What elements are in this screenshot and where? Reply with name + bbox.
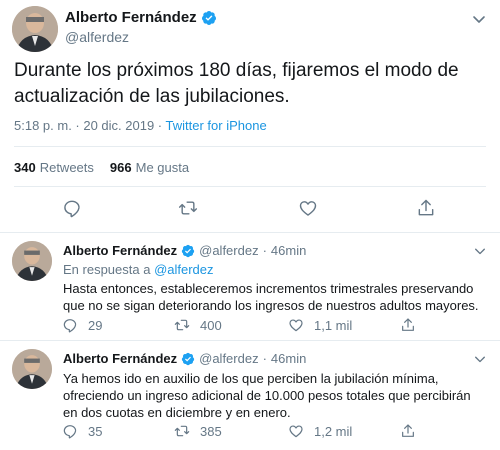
tweet-text: Durante los próximos 180 días, fijaremos… <box>14 60 459 107</box>
tweet-time[interactable]: 5:18 p. m. · 20 dic. 2019 · <box>14 118 166 133</box>
reply-to-prefix: En respuesta a <box>63 262 155 277</box>
chevron-down-icon[interactable] <box>472 12 486 26</box>
reply-header: Alberto Fernández @alferdez · 46min <box>63 351 306 366</box>
retweets-count: 340 <box>14 160 36 175</box>
separator: · <box>262 351 267 366</box>
verified-badge-icon <box>201 10 216 25</box>
reply-header: Alberto Fernández @alferdez · 46min <box>63 243 306 258</box>
author-name-text[interactable]: Alberto Fernández <box>65 9 197 26</box>
like-action[interactable]: 1,2 mil <box>288 423 352 439</box>
divider <box>14 146 486 147</box>
author-name[interactable]: Alberto Fernández <box>65 9 217 26</box>
retweet-count: 400 <box>200 317 222 333</box>
share-icon[interactable] <box>416 198 436 218</box>
reply-icon[interactable] <box>62 198 82 218</box>
share-action[interactable] <box>400 423 416 439</box>
retweet-count: 385 <box>200 423 222 439</box>
retweets-label: Retweets <box>39 160 94 175</box>
tweet-meta: 5:18 p. m. · 20 dic. 2019 · Twitter for … <box>14 118 267 133</box>
retweet-action[interactable]: 400 <box>174 317 222 333</box>
retweet-icon[interactable] <box>178 198 198 218</box>
like-icon <box>289 319 303 332</box>
like-icon[interactable] <box>298 198 318 218</box>
retweet-icon <box>174 319 190 331</box>
reply-to-handle[interactable]: @alferdez <box>154 262 213 277</box>
tweet-actions: 35 385 1,2 mil <box>60 423 490 443</box>
main-tweet: Alberto Fernández @alferdez Durante los … <box>0 0 500 232</box>
author-handle[interactable]: @alferdez <box>199 351 258 366</box>
tweet-time[interactable]: 46min <box>271 351 306 366</box>
reply-tweet[interactable]: Alberto Fernández @alferdez · 46min En r… <box>0 232 500 340</box>
tweet-time[interactable]: 46min <box>271 243 306 258</box>
retweets-stat[interactable]: 340 Retweets <box>14 160 94 175</box>
reply-action[interactable]: 35 <box>62 423 102 439</box>
reply-icon <box>63 319 77 333</box>
like-count: 1,2 mil <box>314 423 353 439</box>
tweet-text: Hasta entonces, estableceremos increment… <box>63 281 479 313</box>
avatar[interactable] <box>12 241 52 281</box>
avatar[interactable] <box>12 349 52 389</box>
tweet-stats: 340 Retweets 966 Me gusta <box>14 160 189 175</box>
likes-count: 966 <box>109 160 132 175</box>
reply-count: 29 <box>88 317 103 333</box>
share-icon <box>402 424 414 437</box>
chevron-down-icon[interactable] <box>474 353 486 365</box>
reply-tweet[interactable]: Alberto Fernández @alferdez · 46min Ya h… <box>0 340 500 450</box>
reply-action[interactable]: 29 <box>62 317 102 333</box>
tweet-actions <box>0 198 500 222</box>
author-handle[interactable]: @alferdez <box>199 243 258 258</box>
author-name[interactable]: Alberto Fernández <box>63 351 177 366</box>
reply-count: 35 <box>88 423 103 439</box>
tweet-actions: 29 400 1,1 mil <box>60 317 490 337</box>
retweet-icon <box>174 425 190 437</box>
share-icon <box>402 318 414 331</box>
author-handle[interactable]: @alferdez <box>65 29 129 45</box>
retweet-action[interactable]: 385 <box>174 423 222 439</box>
like-action[interactable]: 1,1 mil <box>288 317 352 333</box>
reply-to: En respuesta a @alferdez <box>63 262 214 277</box>
chevron-down-icon[interactable] <box>474 245 486 257</box>
author-name[interactable]: Alberto Fernández <box>63 243 177 258</box>
tweet-text: Ya hemos ido en auxilio de los que perci… <box>63 371 471 420</box>
verified-badge-icon <box>181 352 195 365</box>
likes-stat[interactable]: 966 Me gusta <box>110 160 189 175</box>
reply-icon <box>63 425 77 439</box>
avatar[interactable] <box>12 6 58 52</box>
separator: · <box>262 243 267 258</box>
share-action[interactable] <box>400 317 416 333</box>
likes-label: Me gusta <box>135 160 190 175</box>
verified-badge-icon <box>181 244 195 257</box>
like-count: 1,1 mil <box>314 317 353 333</box>
like-icon <box>289 425 303 438</box>
divider <box>14 186 486 187</box>
tweet-source-link[interactable]: Twitter for iPhone <box>166 118 267 133</box>
